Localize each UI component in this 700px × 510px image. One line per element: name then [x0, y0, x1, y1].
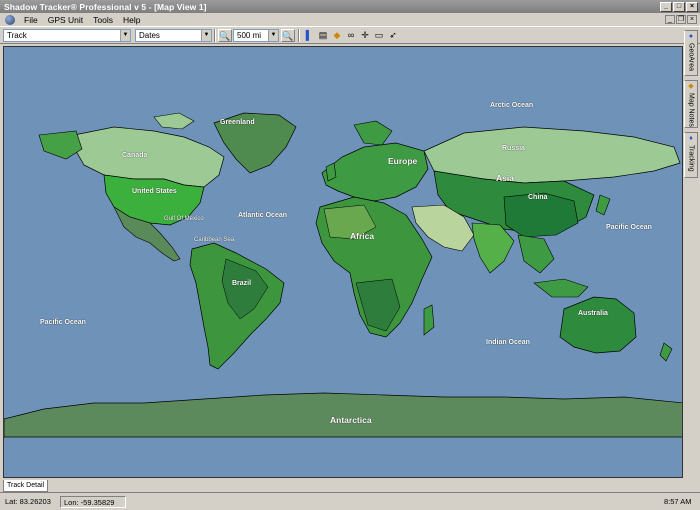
map-label-united-states: United States	[132, 188, 177, 195]
map-label-caribbean-sea: Caribbean Sea	[194, 237, 235, 243]
tracking-icon: ♦	[689, 135, 693, 142]
map-label-greenland: Greenland	[220, 119, 255, 126]
map-label-arctic-ocean: Arctic Ocean	[490, 102, 534, 109]
tab-geoarea[interactable]: ● GeoArea	[684, 30, 698, 76]
map-label-pacific-ocean-east: Pacific Ocean	[606, 224, 652, 231]
close-button[interactable]: ×	[686, 1, 698, 12]
track-select-value: Track	[7, 31, 27, 40]
layers-icon[interactable]: ▤	[316, 29, 330, 42]
track-select[interactable]: Track ▼	[3, 29, 131, 42]
minimize-button[interactable]: _	[660, 1, 672, 12]
pointer-icon[interactable]: ➶	[386, 29, 400, 42]
binoculars-icon[interactable]: ∞	[344, 29, 358, 42]
dates-select-value: Dates	[139, 31, 160, 40]
app-globe-icon[interactable]	[5, 14, 15, 25]
tab-track-detail[interactable]: Track Detail	[3, 480, 49, 492]
map-label-africa: Africa	[350, 231, 375, 241]
menu-bar: File GPS Unit Tools Help _ ❐ ×	[0, 13, 700, 26]
map-label-indian-ocean: Indian Ocean	[486, 339, 530, 346]
menu-tools[interactable]: Tools	[88, 15, 118, 25]
chevron-down-icon[interactable]: ▼	[268, 30, 278, 41]
toolbar: Track ▼ Dates ▼ 🔍 500 mi ▼ 🔍 ▌ ▤ ◆ ∞ ✛ ▭…	[0, 26, 700, 44]
tab-tracking[interactable]: ♦ Tracking	[684, 132, 698, 178]
mdi-minimize-button[interactable]: _	[665, 15, 675, 24]
scale-select[interactable]: 500 mi ▼	[233, 29, 279, 42]
longitude-readout: Lon: -59.35829	[60, 496, 126, 508]
window-title: Shadow Tracker® Professional v 5 - [Map …	[4, 1, 207, 12]
menu-gps-unit[interactable]: GPS Unit	[43, 15, 88, 25]
map-label-pacific-ocean-west: Pacific Ocean	[40, 319, 86, 326]
map-label-atlantic-ocean: Atlantic Ocean	[238, 212, 288, 219]
dates-select[interactable]: Dates ▼	[135, 29, 212, 42]
clock-readout: 8:57 AM	[664, 497, 692, 506]
magnifier-minus-icon: 🔍	[282, 31, 294, 41]
note-icon: ◆	[688, 83, 694, 90]
ruler-icon[interactable]: ▌	[302, 29, 316, 42]
zoom-out-button[interactable]: 🔍	[281, 29, 295, 42]
map-label-brazil: Brazil	[232, 280, 252, 287]
latitude-readout: Lat: 83.26203	[5, 497, 51, 506]
mdi-restore-button[interactable]: ❐	[676, 15, 686, 24]
eraser-icon[interactable]: ▭	[372, 29, 386, 42]
toolbar-separator	[214, 29, 216, 42]
mdi-close-button[interactable]: ×	[687, 15, 697, 24]
chevron-down-icon[interactable]: ▼	[120, 30, 130, 41]
status-bar: Lat: 83.26203 Lon: -59.35829 8:57 AM	[0, 492, 700, 510]
map-label-europe: Europe	[388, 156, 418, 166]
map-label-antarctica: Antarctica	[330, 415, 372, 425]
map-label-china: China	[528, 194, 548, 201]
tab-map-notes-label: Map Notes	[687, 93, 695, 127]
toolbar-separator	[298, 29, 300, 42]
map-notes-icon[interactable]: ◆	[330, 29, 344, 42]
menu-help[interactable]: Help	[118, 15, 145, 25]
magnifier-plus-icon: 🔍	[219, 31, 231, 41]
zoom-in-button[interactable]: 🔍	[218, 29, 232, 42]
tab-tracking-label: Tracking	[687, 145, 695, 172]
map-label-australia: Australia	[578, 310, 608, 317]
chevron-down-icon[interactable]: ▼	[201, 30, 211, 41]
map-label-russia: Russia	[502, 145, 525, 152]
bottom-panel: Track Detail	[0, 478, 700, 492]
tab-map-notes[interactable]: ◆ Map Notes	[684, 80, 698, 128]
map-label-canada: Canada	[122, 152, 148, 159]
title-bar: Shadow Tracker® Professional v 5 - [Map …	[0, 0, 700, 13]
maximize-button[interactable]: □	[673, 1, 685, 12]
scale-select-value: 500 mi	[237, 31, 262, 40]
crosshair-icon[interactable]: ✛	[358, 29, 372, 42]
map-label-asia: Asia	[496, 173, 514, 183]
map-label-gulf-of-mexico: Gulf Of Mexico	[164, 216, 204, 222]
map-view[interactable]: Greenland Arctic Ocean Canada Russia Eur…	[3, 46, 683, 478]
globe-icon: ●	[688, 33, 694, 40]
menu-file[interactable]: File	[19, 15, 43, 25]
world-map	[4, 112, 682, 438]
tab-geoarea-label: GeoArea	[687, 43, 695, 72]
